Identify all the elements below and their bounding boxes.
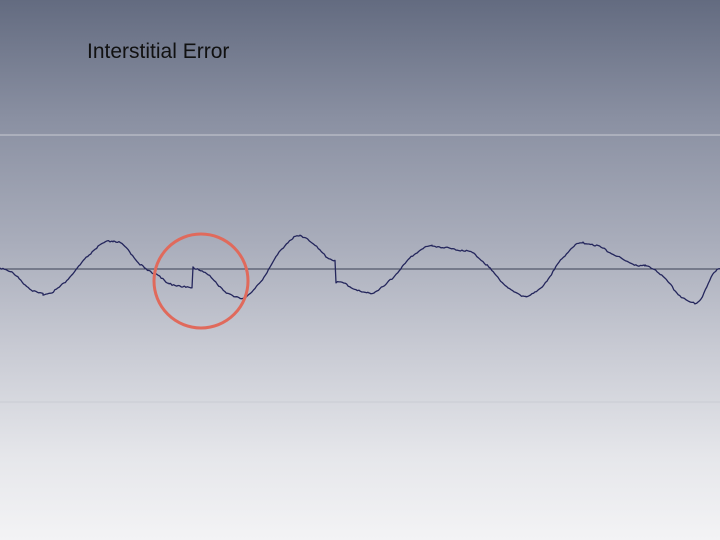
slide: Interstitial Error [0, 0, 720, 540]
waveform-trace [0, 234, 720, 305]
error-highlight-circle [152, 232, 250, 330]
waveform-figure [0, 134, 720, 403]
